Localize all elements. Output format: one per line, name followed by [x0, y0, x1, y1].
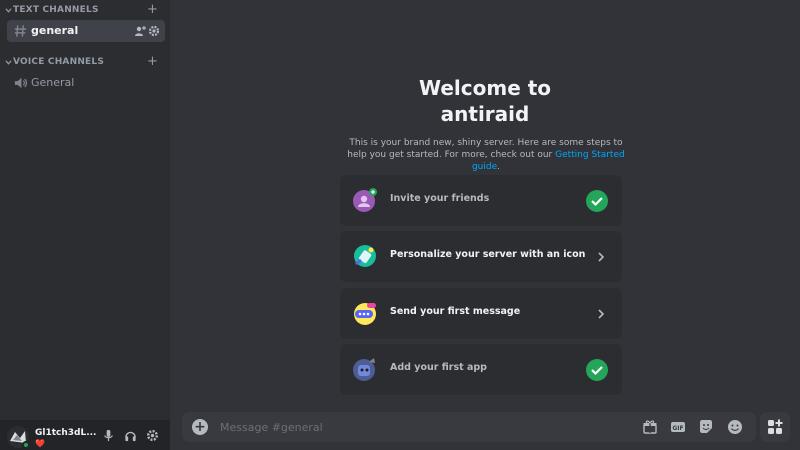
app-window: TEXT CHANNELS + general VOICE CHANNELS +: [0, 0, 800, 450]
app-launcher-button[interactable]: [760, 412, 790, 442]
invite-icon: [353, 188, 377, 212]
headphones-icon[interactable]: [124, 429, 137, 442]
channel-item-general[interactable]: general: [7, 20, 165, 42]
online-status-dot: [22, 441, 30, 449]
server-name: antiraid: [440, 102, 530, 126]
username: Gl1tch3dL...: [35, 428, 97, 438]
settings-gear-icon[interactable]: [146, 429, 159, 442]
channel-name: general: [31, 24, 79, 37]
chevron-right-icon: [598, 309, 605, 319]
create-channel-plus-icon[interactable]: +: [147, 55, 158, 69]
personalize-icon: [354, 245, 376, 267]
create-channel-plus-icon[interactable]: +: [147, 3, 158, 17]
welcome-title: Welcome to antiraid: [340, 75, 630, 127]
chevron-down-icon: [5, 60, 12, 65]
emoji-icon[interactable]: [727, 419, 743, 435]
gift-icon[interactable]: [642, 419, 658, 435]
gear-icon[interactable]: [148, 25, 160, 37]
card-label: Personalize your server with an icon: [390, 249, 586, 260]
message-icon: [354, 303, 376, 325]
message-input[interactable]: [220, 418, 630, 436]
speaker-icon: [14, 77, 28, 89]
chevron-right-icon: [598, 252, 605, 262]
channel-sidebar: TEXT CHANNELS + general VOICE CHANNELS +: [0, 0, 170, 450]
completed-check-icon: [586, 190, 608, 212]
welcome-subtitle-end: .: [497, 162, 501, 172]
user-panel: Gl1tch3dL... ❤️: [0, 420, 170, 450]
completed-check-icon: [586, 359, 608, 381]
invite-member-icon[interactable]: [134, 25, 146, 37]
card-personalize-server[interactable]: Personalize your server with an icon: [340, 231, 622, 282]
card-send-message[interactable]: Send your first message: [340, 288, 622, 339]
card-invite-friends[interactable]: Invite your friends: [340, 175, 622, 226]
welcome-subtitle: This is your brand new, shiny server. He…: [346, 137, 626, 173]
text-channels-category[interactable]: TEXT CHANNELS +: [0, 3, 170, 19]
gif-icon[interactable]: GIF: [670, 419, 686, 435]
voice-channel-general[interactable]: General: [7, 72, 165, 94]
app-icon: [353, 358, 375, 381]
voice-channels-category[interactable]: VOICE CHANNELS +: [0, 55, 170, 71]
welcome-title-line1: Welcome to: [418, 76, 552, 100]
hash-icon: [14, 25, 27, 37]
sticker-icon[interactable]: [698, 419, 714, 435]
add-attachment-button[interactable]: +: [192, 419, 208, 435]
custom-status: ❤️: [35, 439, 45, 448]
chevron-down-icon: [5, 8, 12, 13]
category-label: TEXT CHANNELS: [13, 5, 99, 15]
main-content: Welcome to antiraid This is your brand n…: [170, 0, 800, 450]
card-add-app[interactable]: Add your first app: [340, 344, 622, 395]
category-label: VOICE CHANNELS: [13, 57, 105, 67]
apps-icon: [768, 419, 783, 434]
card-label: Invite your friends: [390, 193, 490, 204]
svg-text:GIF: GIF: [672, 425, 683, 432]
card-label: Send your first message: [390, 306, 521, 317]
channel-name: General: [31, 76, 75, 89]
card-label: Add your first app: [390, 362, 487, 373]
message-composer: + GIF: [182, 412, 756, 442]
microphone-icon[interactable]: [102, 429, 115, 442]
